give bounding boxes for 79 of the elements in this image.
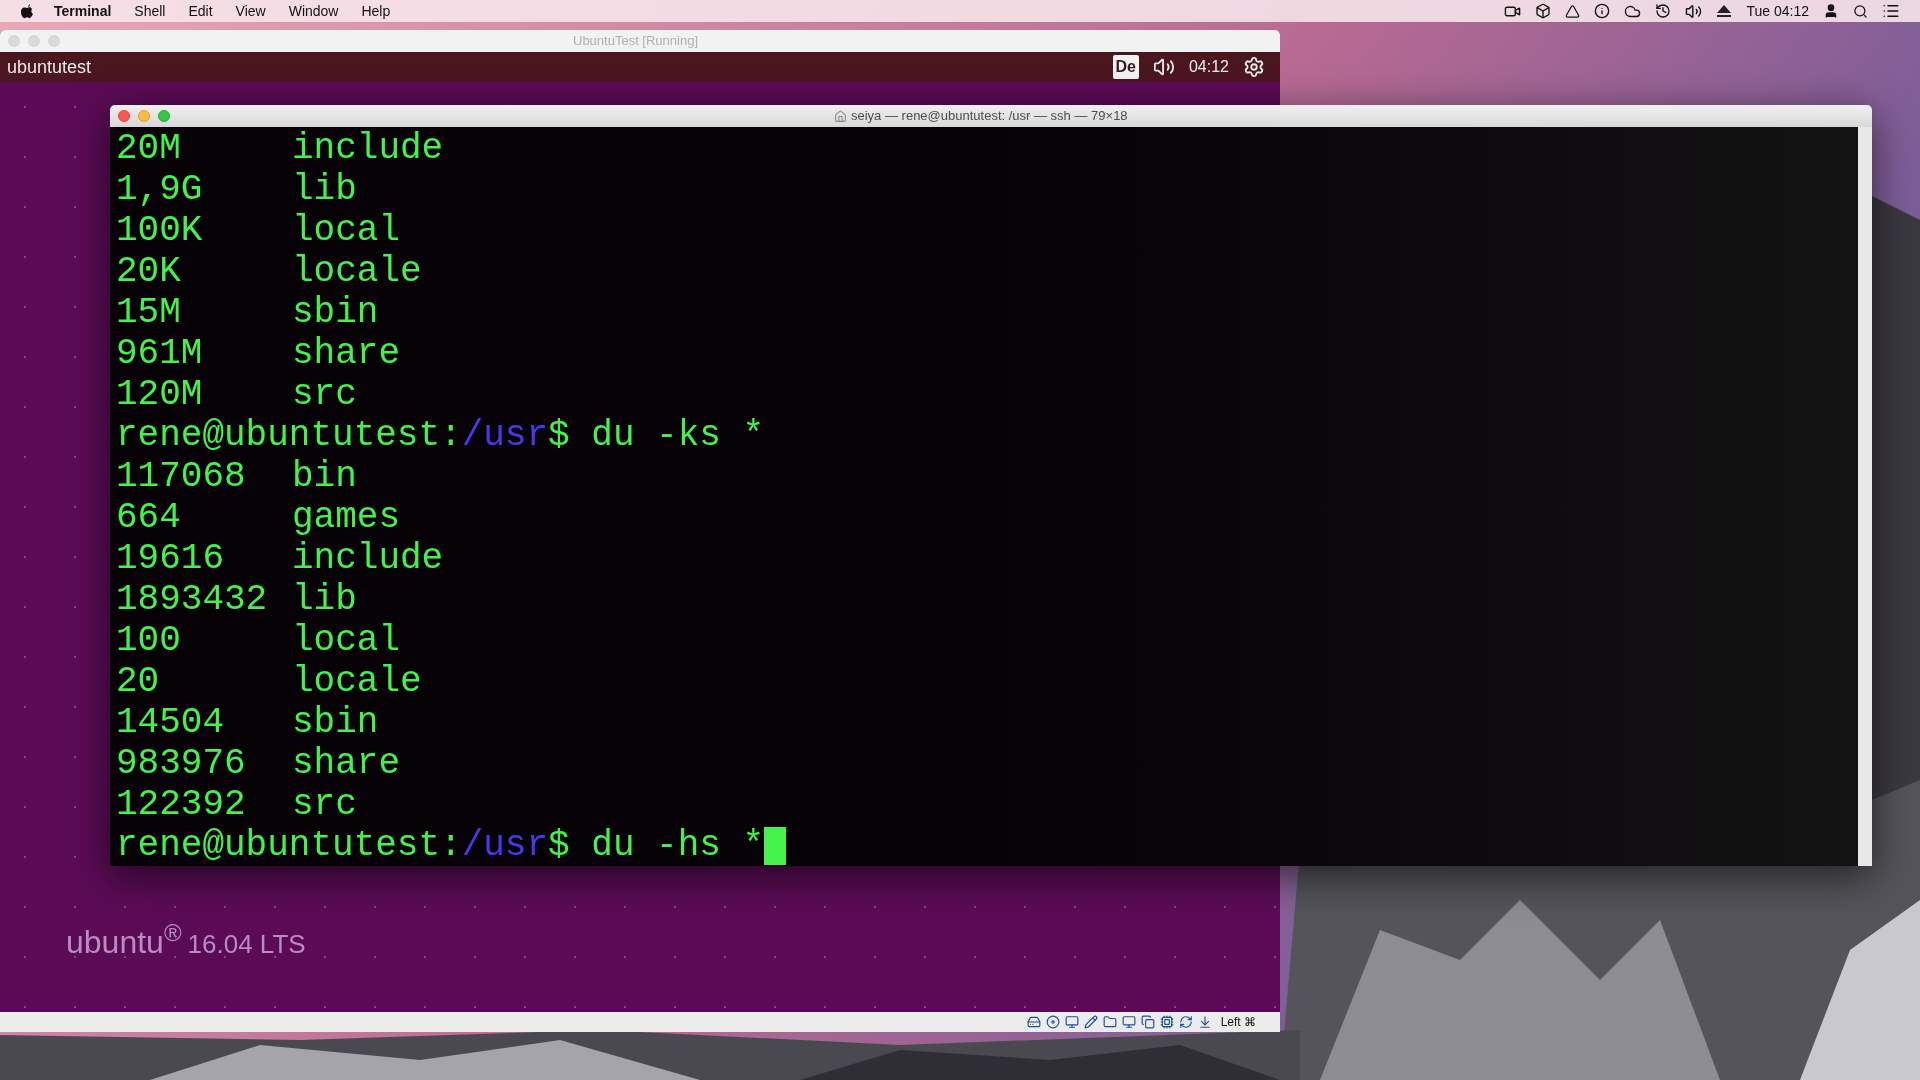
status-icon[interactable] bbox=[1102, 1015, 1117, 1029]
status-icon[interactable] bbox=[1197, 1015, 1212, 1029]
directory-name: sbin bbox=[292, 292, 379, 333]
clock-history-icon[interactable] bbox=[1655, 3, 1672, 19]
size-value: 122392 bbox=[116, 784, 247, 825]
status-icon[interactable] bbox=[1178, 1015, 1193, 1029]
menu-item[interactable]: Shell bbox=[134, 0, 166, 22]
close-button[interactable] bbox=[118, 110, 130, 122]
hostname: ubuntutest bbox=[7, 55, 92, 79]
directory-name: games bbox=[292, 497, 401, 538]
size-value: 100K bbox=[116, 210, 204, 251]
panel-clock[interactable]: 04:12 bbox=[1188, 55, 1229, 79]
prompt-user-host: rene@ubuntutest: bbox=[116, 415, 462, 456]
menu-item[interactable]: Help bbox=[361, 0, 391, 22]
apple-icon[interactable] bbox=[20, 3, 34, 19]
directory-name: local bbox=[292, 210, 401, 251]
status-icon[interactable] bbox=[1140, 1015, 1155, 1029]
status-icon[interactable] bbox=[1064, 1015, 1079, 1029]
search-icon[interactable] bbox=[1853, 3, 1868, 19]
command: $ du -ks * bbox=[548, 415, 765, 456]
keyboard-layout-indicator[interactable]: De bbox=[1112, 55, 1139, 79]
menu-clock[interactable]: Tue 04:12 bbox=[1746, 0, 1809, 22]
size-value: 1893432 bbox=[116, 579, 269, 620]
settings-icon[interactable] bbox=[1243, 56, 1265, 78]
user-icon[interactable] bbox=[1823, 3, 1839, 19]
directory-name: include bbox=[292, 128, 444, 169]
triangle-icon[interactable] bbox=[1565, 3, 1581, 19]
directory-name: local bbox=[292, 620, 401, 661]
prompt-path: /usr bbox=[461, 415, 549, 456]
status-icon[interactable] bbox=[1083, 1015, 1098, 1029]
home-icon bbox=[834, 109, 847, 123]
directory-name: include bbox=[292, 538, 444, 579]
size-value: 15M bbox=[116, 292, 182, 333]
status-icon[interactable] bbox=[1045, 1015, 1060, 1029]
size-value: 20K bbox=[116, 251, 182, 292]
directory-name: lib bbox=[292, 579, 357, 620]
volume-icon[interactable] bbox=[1152, 56, 1175, 78]
eject-icon[interactable] bbox=[1716, 4, 1733, 18]
text-cursor bbox=[764, 826, 787, 865]
app-menu[interactable]: Terminal bbox=[54, 0, 112, 22]
menu-item[interactable]: Edit bbox=[188, 0, 213, 22]
prompt-path: /usr bbox=[461, 825, 549, 866]
size-value: 20 bbox=[116, 661, 161, 702]
directory-name: src bbox=[292, 374, 357, 415]
directory-name: src bbox=[292, 784, 357, 825]
menu-item[interactable]: Window bbox=[288, 0, 339, 22]
ubuntu-wordmark: ubuntu$^{®}$ bbox=[66, 918, 182, 962]
volume-icon[interactable] bbox=[1685, 2, 1703, 20]
size-value: 664 bbox=[116, 497, 182, 538]
list-icon[interactable] bbox=[1882, 2, 1900, 20]
info-icon[interactable] bbox=[1594, 3, 1611, 19]
command: $ du -hs * bbox=[548, 825, 765, 866]
size-value: 14504 bbox=[116, 702, 226, 743]
size-value: 117068 bbox=[116, 456, 247, 497]
status-icon[interactable] bbox=[1026, 1015, 1041, 1029]
size-value: 100 bbox=[116, 620, 182, 661]
size-value: 120M bbox=[116, 374, 204, 415]
prompt-user-host: rene@ubuntutest: bbox=[116, 825, 462, 866]
scrollbar[interactable] bbox=[1858, 127, 1872, 866]
box-icon[interactable] bbox=[1535, 3, 1552, 19]
size-value: 983976 bbox=[116, 743, 247, 784]
directory-name: locale bbox=[292, 251, 422, 292]
ubuntu-version: 16.04 LTS bbox=[187, 928, 306, 961]
window-title: seiya — rene@ubuntutest: /usr — ssh — 79×18 bbox=[851, 107, 1128, 126]
directory-name: locale bbox=[292, 661, 422, 702]
status-icon[interactable] bbox=[1121, 1015, 1136, 1029]
size-value: 961M bbox=[116, 333, 204, 374]
window-title: UbuntuTest [Running] bbox=[573, 32, 699, 51]
size-value: 20M bbox=[116, 128, 182, 169]
directory-name: bin bbox=[292, 456, 357, 497]
size-value: 19616 bbox=[116, 538, 226, 579]
directory-name: lib bbox=[292, 169, 357, 210]
directory-name: share bbox=[292, 333, 401, 374]
host-key-label: Left ⌘ bbox=[1220, 1014, 1256, 1031]
directory-name: sbin bbox=[292, 702, 379, 743]
status-icon[interactable] bbox=[1159, 1015, 1174, 1029]
size-value: 1,9G bbox=[116, 169, 204, 210]
directory-name: share bbox=[292, 743, 401, 784]
menu-item[interactable]: View bbox=[235, 0, 266, 22]
